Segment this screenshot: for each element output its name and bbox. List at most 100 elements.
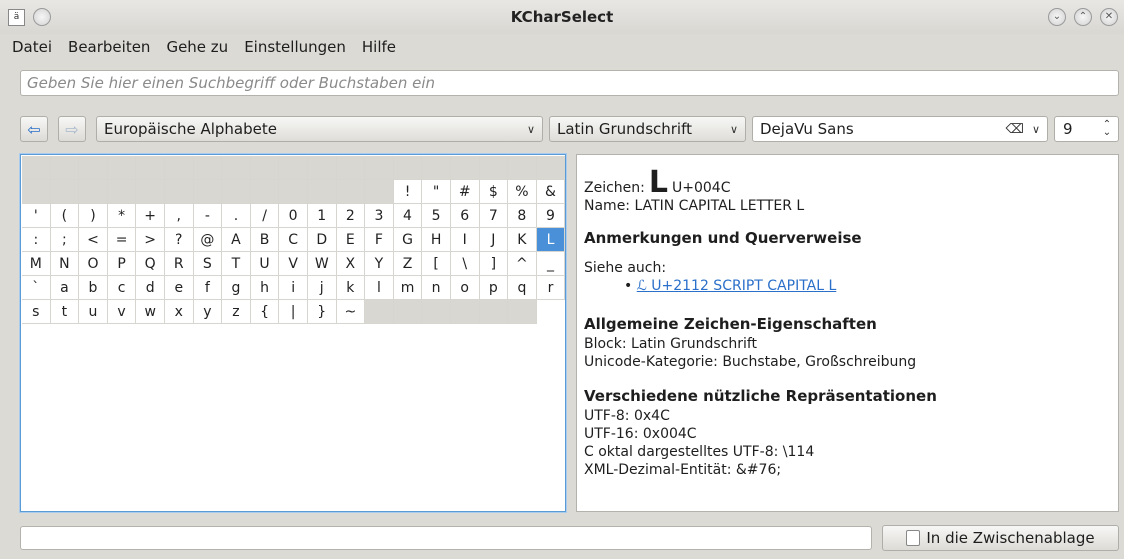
char-cell[interactable]: D xyxy=(307,228,337,252)
char-cell[interactable]: 5 xyxy=(422,204,451,228)
char-cell[interactable]: e xyxy=(164,276,194,300)
char-cell[interactable]: % xyxy=(508,180,537,204)
char-cell[interactable]: \ xyxy=(450,252,480,276)
char-cell[interactable]: 2 xyxy=(336,204,366,228)
character-table[interactable]: ! " # $% & '() * +, -./0 1 2 3 4 5 6 7 8 9:; < = >? @ A B C D E F G H… xyxy=(20,154,566,512)
block-select[interactable]: Latin Grundschrift ∨ xyxy=(549,116,746,142)
minimize-icon[interactable]: ⌄ xyxy=(1048,8,1066,26)
char-cell[interactable]: ^ xyxy=(508,252,537,276)
char-cell[interactable]: 4 xyxy=(393,204,423,228)
char-cell[interactable]: Z xyxy=(393,252,423,276)
char-cell[interactable]: S xyxy=(193,252,223,276)
char-cell[interactable]: m xyxy=(393,276,423,300)
char-cell[interactable]: 9 xyxy=(536,204,565,228)
char-cell[interactable]: - xyxy=(193,204,223,228)
char-cell[interactable]: p xyxy=(479,276,509,300)
char-cell[interactable]: W xyxy=(307,252,337,276)
char-cell[interactable]: g xyxy=(222,276,251,300)
char-cell[interactable]: ) xyxy=(79,204,108,228)
char-cell[interactable]: q xyxy=(508,276,537,300)
char-cell[interactable]: O xyxy=(79,252,108,276)
see-also-link[interactable]: ℒ U+2112 SCRIPT CAPITAL L xyxy=(637,278,837,294)
char-cell[interactable]: G xyxy=(393,228,423,252)
char-cell[interactable]: 8 xyxy=(508,204,537,228)
maximize-icon[interactable]: ⌃ xyxy=(1074,8,1092,26)
char-cell[interactable]: > xyxy=(136,228,165,252)
char-cell[interactable]: ! xyxy=(393,180,423,204)
char-cell[interactable]: f xyxy=(193,276,223,300)
chevron-down-icon[interactable]: ∨ xyxy=(1032,123,1040,136)
char-cell[interactable]: C xyxy=(279,228,308,252)
char-cell[interactable]: @ xyxy=(193,228,223,252)
font-size-spinbox[interactable]: 9 ⌃ ⌄ xyxy=(1054,116,1119,142)
menu-einstellungen[interactable]: Einstellungen xyxy=(244,38,346,56)
close-icon[interactable]: ✕ xyxy=(1100,8,1118,26)
char-cell[interactable]: T xyxy=(222,252,251,276)
char-cell[interactable]: + xyxy=(136,204,165,228)
char-cell[interactable]: I xyxy=(450,228,480,252)
char-cell[interactable]: } xyxy=(307,300,337,324)
char-cell[interactable]: ` xyxy=(22,276,51,300)
selected-text-field[interactable] xyxy=(20,526,872,550)
char-cell[interactable]: K xyxy=(508,228,537,252)
char-cell[interactable]: ( xyxy=(50,204,80,228)
char-cell[interactable]: $ xyxy=(479,180,509,204)
menu-datei[interactable]: Datei xyxy=(12,38,52,56)
char-cell[interactable]: F xyxy=(365,228,394,252)
char-cell[interactable]: h xyxy=(250,276,280,300)
app-icon[interactable]: ä xyxy=(8,8,25,26)
char-cell[interactable]: c xyxy=(107,276,137,300)
char-cell[interactable]: L xyxy=(536,228,565,252)
char-cell[interactable]: x xyxy=(164,300,194,324)
char-cell[interactable]: t xyxy=(50,300,80,324)
clear-icon[interactable]: ⌫ xyxy=(1006,122,1024,137)
char-cell[interactable]: 0 xyxy=(279,204,308,228)
char-cell[interactable]: o xyxy=(450,276,480,300)
menu-bearbeiten[interactable]: Bearbeiten xyxy=(68,38,150,56)
char-cell[interactable]: H xyxy=(422,228,451,252)
char-cell[interactable]: u xyxy=(79,300,108,324)
char-cell[interactable]: 1 xyxy=(307,204,337,228)
char-cell[interactable]: Y xyxy=(365,252,394,276)
char-cell[interactable]: 6 xyxy=(450,204,480,228)
char-cell[interactable]: w xyxy=(136,300,165,324)
char-cell[interactable]: 7 xyxy=(479,204,509,228)
char-cell[interactable]: _ xyxy=(536,252,565,276)
char-cell[interactable]: y xyxy=(193,300,223,324)
script-select[interactable]: Europäische Alphabete ∨ xyxy=(96,116,543,142)
char-cell[interactable]: j xyxy=(307,276,337,300)
char-cell[interactable]: R xyxy=(164,252,194,276)
char-cell[interactable]: ~ xyxy=(336,300,366,324)
char-cell[interactable]: ; xyxy=(50,228,80,252)
char-cell[interactable]: z xyxy=(222,300,251,324)
char-cell[interactable]: " xyxy=(422,180,451,204)
char-cell[interactable]: A xyxy=(222,228,251,252)
forward-button[interactable]: ⇨ xyxy=(58,116,86,142)
char-cell[interactable]: . xyxy=(222,204,251,228)
char-cell[interactable]: { xyxy=(250,300,280,324)
char-cell[interactable]: d xyxy=(136,276,165,300)
char-cell[interactable]: i xyxy=(279,276,308,300)
char-cell[interactable]: | xyxy=(279,300,308,324)
char-cell[interactable]: n xyxy=(422,276,451,300)
font-select[interactable]: DejaVu Sans ⌫ ∨ xyxy=(752,116,1048,142)
char-cell[interactable]: ' xyxy=(22,204,51,228)
char-cell[interactable]: s xyxy=(22,300,51,324)
menu-hilfe[interactable]: Hilfe xyxy=(362,38,396,56)
char-cell[interactable]: E xyxy=(336,228,366,252)
back-button[interactable]: ⇦ xyxy=(20,116,48,142)
char-cell[interactable]: X xyxy=(336,252,366,276)
char-cell[interactable]: < xyxy=(79,228,108,252)
char-cell[interactable]: [ xyxy=(422,252,451,276)
char-cell[interactable]: # xyxy=(450,180,480,204)
char-cell[interactable]: U xyxy=(250,252,280,276)
char-cell[interactable]: N xyxy=(50,252,80,276)
search-input[interactable] xyxy=(20,70,1119,96)
menu-gehe-zu[interactable]: Gehe zu xyxy=(166,38,228,56)
char-cell[interactable]: ] xyxy=(479,252,509,276)
char-cell[interactable]: B xyxy=(250,228,280,252)
window-menu-icon[interactable] xyxy=(33,8,51,26)
char-cell[interactable]: a xyxy=(50,276,80,300)
char-cell[interactable]: l xyxy=(365,276,394,300)
char-cell[interactable]: / xyxy=(250,204,280,228)
